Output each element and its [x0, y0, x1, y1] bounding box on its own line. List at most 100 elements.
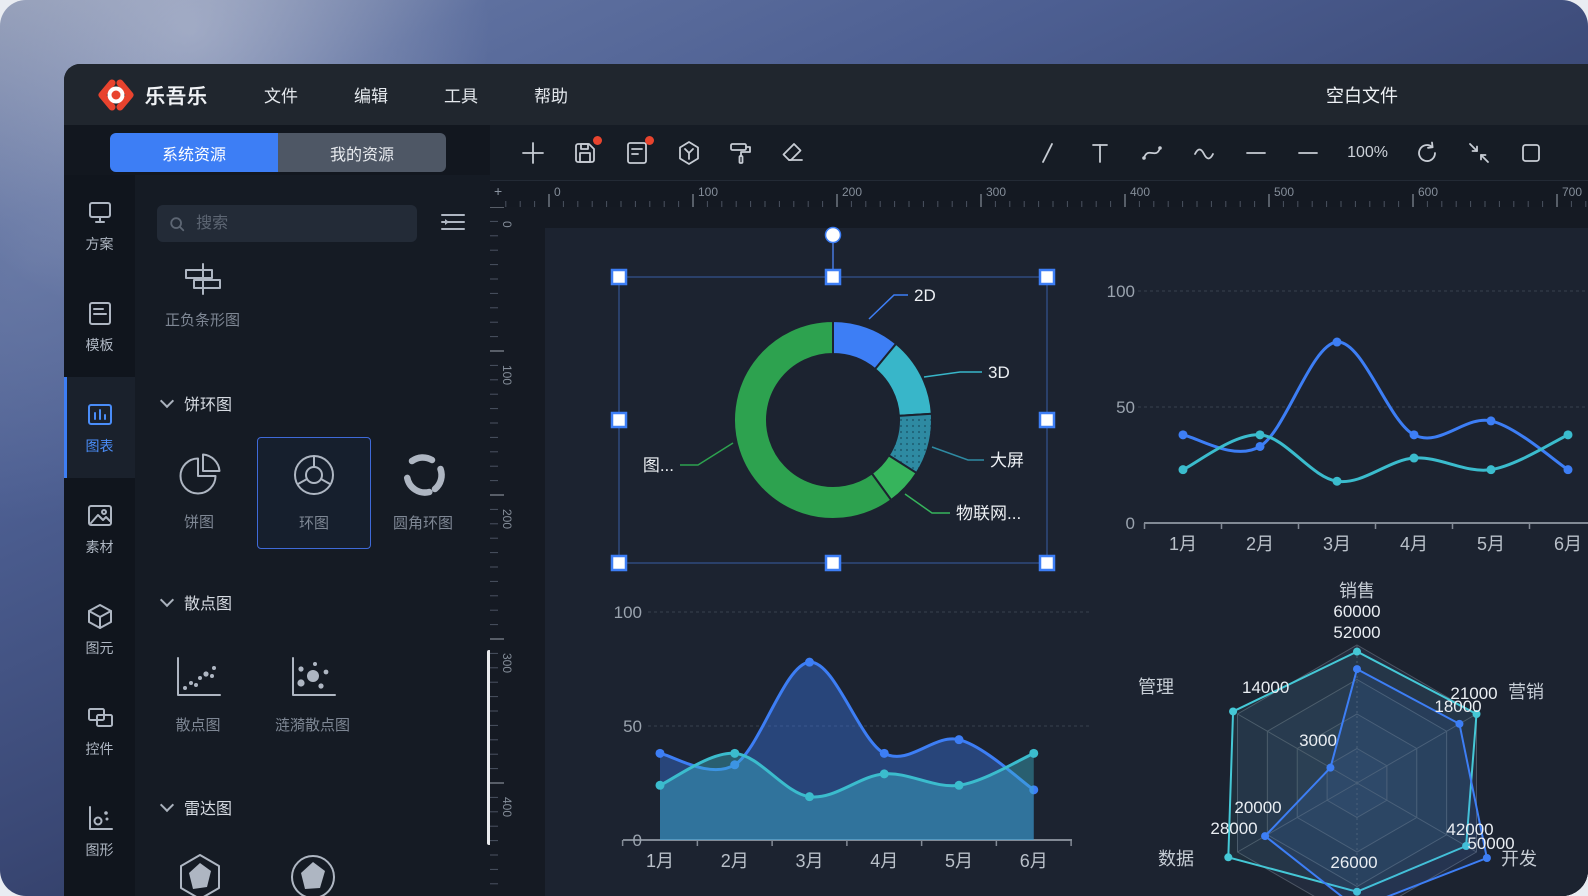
resize-handle[interactable]	[612, 556, 626, 570]
shape-item-radar-hexagon[interactable]	[176, 853, 224, 896]
y-axis-label: 0	[633, 831, 642, 850]
shape-item-donut-selected[interactable]: 环图	[290, 452, 338, 533]
list-view-toggle-icon[interactable]	[441, 213, 465, 236]
rail-item-0[interactable]: 方案	[64, 175, 135, 276]
text-icon[interactable]	[1087, 140, 1113, 166]
x-axis-label: 6月	[1020, 851, 1048, 871]
shape-item-label: 正负条形图	[165, 309, 240, 330]
y-axis-label: 100	[1107, 282, 1135, 301]
rail-item-6[interactable]: 图形	[64, 781, 135, 882]
radar-value-label: 28000	[1210, 819, 1257, 838]
refresh-icon[interactable]	[1414, 140, 1440, 166]
rail-item-5[interactable]: 控件	[64, 680, 135, 781]
ruler-h-label: 0	[554, 185, 561, 199]
resize-handle[interactable]	[1040, 556, 1054, 570]
menu-item-0[interactable]: 文件	[264, 82, 298, 107]
add-node-icon[interactable]	[520, 140, 546, 166]
pen-curve-icon[interactable]	[1139, 140, 1165, 166]
rail-item-1[interactable]: 模板	[64, 276, 135, 377]
chevron-down-icon	[160, 394, 174, 408]
x-axis-label: 2月	[1246, 534, 1274, 554]
rail-item-label: 方案	[86, 234, 114, 254]
rail-item-3[interactable]: 素材	[64, 478, 135, 579]
zoom-level[interactable]: 100%	[1347, 144, 1388, 162]
ruler-v-label: 400	[500, 797, 514, 817]
polyline-icon[interactable]	[1295, 140, 1321, 166]
canvas-column: 100% + 0100200300400500600700 0100200300…	[490, 125, 1588, 896]
menu-item-2[interactable]: 工具	[444, 82, 478, 107]
chevron-down-icon	[160, 593, 174, 607]
radar-category-label: 销售	[1339, 581, 1375, 601]
brand-logo-icon	[97, 76, 135, 114]
chart-icon	[85, 400, 115, 429]
x-axis-label: 5月	[945, 851, 973, 871]
donut-slice-label: 图...	[643, 456, 674, 475]
radar-value-label: 60000	[1333, 602, 1380, 621]
x-axis-label: 1月	[646, 851, 674, 871]
rotate-handle[interactable]	[826, 228, 841, 243]
shape-item-posneg-bar[interactable]: 正负条形图	[165, 263, 240, 330]
resize-handle[interactable]	[826, 270, 840, 284]
shape-item-label: 散点图	[175, 714, 220, 735]
x-axis-label: 1月	[1169, 534, 1197, 554]
rail-item-4[interactable]: 图元	[64, 579, 135, 680]
ruler-v-label: 300	[500, 653, 514, 673]
resize-handle[interactable]	[826, 556, 840, 570]
image-icon	[85, 501, 115, 530]
magnet-area-icon[interactable]	[1518, 140, 1544, 166]
sidebar-rail: 方案模板图表素材图元控件图形	[64, 175, 135, 896]
shape-item-pie[interactable]: 饼图	[175, 451, 223, 532]
app-window: 乐吾乐 文件 编辑 工具 帮助 空白文件 系统资源 我的资源 方案模板图表素材图元控件…	[64, 64, 1588, 896]
shape-item-scatter[interactable]: 散点图	[173, 656, 223, 735]
resource-panel: 正负条形图饼环图饼图环图圆角环图散点图散点图涟漪散点图雷达图	[135, 175, 490, 896]
curve-icon[interactable]	[1191, 140, 1217, 166]
section-radar[interactable]: 雷达图	[162, 795, 232, 819]
shape-item-radar-circle[interactable]	[289, 853, 337, 896]
resize-handle[interactable]	[612, 270, 626, 284]
rail-item-label: 素材	[86, 537, 114, 557]
tab-system-resources[interactable]: 系统资源	[110, 133, 278, 172]
pos-neg-bar-icon	[179, 263, 227, 295]
tab-my-resources[interactable]: 我的资源	[278, 133, 446, 172]
resize-handle[interactable]	[1040, 413, 1054, 427]
ruler-v-label: 0	[500, 221, 514, 228]
ruler-v-label: 200	[500, 509, 514, 529]
shape-item-label: 饼图	[184, 511, 214, 532]
rail-item-2[interactable]: 图表	[64, 377, 135, 478]
drawing-canvas[interactable]: 01002003004000501001月2月3月4月5月6月0501001月2…	[490, 207, 1588, 896]
shape-item-rounded-donut[interactable]: 圆角环图	[393, 452, 453, 533]
donut-slice-label: 3D	[988, 363, 1010, 382]
donut-slice-label: 大屏	[990, 451, 1024, 470]
document-title[interactable]: 空白文件	[1326, 64, 1398, 125]
menu-item-1[interactable]: 编辑	[354, 82, 388, 107]
ripple-scatter-chart-icon	[288, 656, 338, 700]
search-input[interactable]	[194, 214, 405, 234]
y-axis-label: 50	[623, 717, 642, 736]
resize-handle[interactable]	[612, 413, 626, 427]
file-icon[interactable]	[624, 140, 650, 166]
section-pie-donut[interactable]: 饼环图	[162, 391, 232, 415]
shape-icon	[85, 804, 115, 833]
unsaved-dot	[593, 136, 602, 145]
save-icon[interactable]	[572, 140, 598, 166]
pie-chart-icon	[175, 451, 223, 497]
shape-item-ripple-scatter[interactable]: 涟漪散点图	[275, 656, 350, 735]
format-painter-icon[interactable]	[728, 140, 754, 166]
chevron-down-icon	[160, 798, 174, 812]
section-scatter[interactable]: 散点图	[162, 590, 232, 614]
search-box[interactable]	[157, 205, 417, 242]
y-axis-label: 100	[614, 603, 642, 622]
y-axis-label: 0	[1126, 514, 1135, 533]
x-axis-label: 5月	[1477, 534, 1505, 554]
pencil-line-icon[interactable]	[1035, 140, 1061, 166]
hexagon-component-icon[interactable]	[676, 140, 702, 166]
app-logo[interactable]: 乐吾乐	[97, 76, 208, 114]
section-title: 散点图	[184, 590, 232, 614]
eraser-icon[interactable]	[780, 140, 806, 166]
menu-item-3[interactable]: 帮助	[534, 82, 568, 107]
fit-screen-icon[interactable]	[1466, 140, 1492, 166]
line-icon[interactable]	[1243, 140, 1269, 166]
radar-value-label: 14000	[1242, 678, 1289, 697]
resize-handle[interactable]	[1040, 270, 1054, 284]
donut-slice-label: 2D	[914, 286, 936, 305]
